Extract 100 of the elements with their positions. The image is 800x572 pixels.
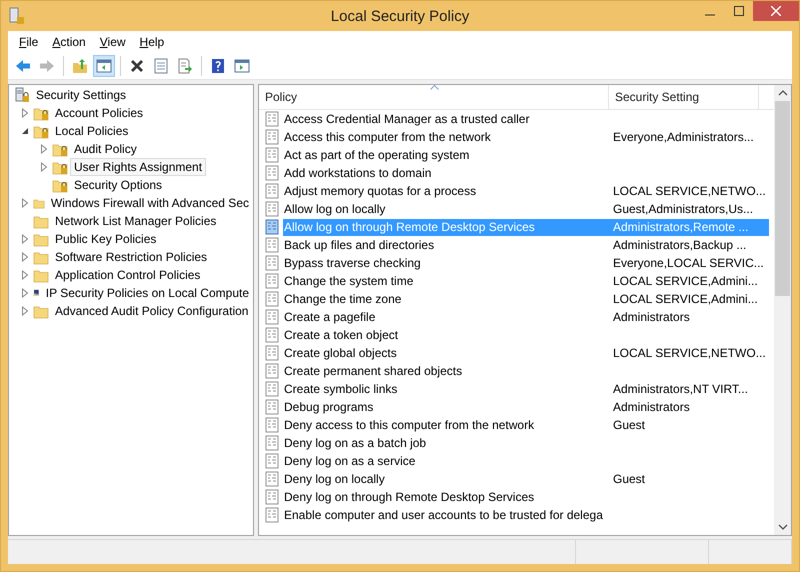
menu-item[interactable]: View [92,33,133,51]
tree-item[interactable]: Advanced Audit Policy Configuration [51,302,252,320]
security-setting-cell-text: Administrators [613,310,691,324]
policy-icon [265,399,279,415]
policy-icon [265,345,279,361]
security-setting-cell-text: LOCAL SERVICE,Admini... [613,274,759,288]
policy-name-cell-text: Create symbolic links [283,382,398,396]
policy-icon [265,471,279,487]
scrollbar-thumb[interactable] [775,101,790,296]
policy-name-cell-text: Access Credential Manager as a trusted caller [283,112,530,126]
security-setting-cell-text: LOCAL SERVICE,Admini... [613,292,759,306]
policy-icon [265,219,279,235]
tree-item[interactable]: Security Settings [32,86,130,104]
security-setting-cell-text: LOCAL SERVICE,NETWO... [613,346,767,360]
security-setting-cell-text: Guest [613,418,646,432]
policy-icon [265,381,279,397]
policy-name-cell-text: Enable computer and user accounts to be trusted for delega [283,508,604,522]
app-icon [9,7,25,25]
action-pane-icon [234,58,250,74]
tree-item[interactable]: Account Policies [51,104,148,122]
policy-row[interactable]: Change the time zone LOCAL SERVICE,Admini... [283,290,769,308]
vertical-scrollbar[interactable] [774,85,791,535]
policy-icon [265,453,279,469]
properties-icon [153,58,169,74]
tree-item[interactable]: User Rights Assignment [70,158,206,176]
policy-row[interactable]: Create symbolic links Administrators,NT VIRT... [283,380,769,398]
policy-row[interactable]: Access Credential Manager as a trusted caller [283,110,769,128]
policy-row[interactable]: Deny access to this computer from the network Guest [283,416,769,434]
tree-item[interactable]: Application Control Policies [51,266,204,284]
policy-row[interactable]: Deny log on as a batch job [283,434,769,452]
policy-name-cell-text: Create global objects [283,346,398,360]
policy-row[interactable]: Allow log on locally Guest,Administrators,Us... [283,200,769,218]
policy-row[interactable]: Create a token object [283,326,769,344]
policy-name-cell-text: Deny access to this computer from the network [283,418,536,432]
policy-name-cell-text: Add workstations to domain [283,166,432,180]
policy-icon [265,237,279,253]
tree-item[interactable]: Software Restriction Policies [51,248,212,266]
policy-row[interactable]: Act as part of the operating system [283,146,769,164]
export-list-icon [177,58,193,74]
policy-row[interactable]: Deny log on locally Guest [283,470,769,488]
policy-row[interactable]: Add workstations to domain [283,164,769,182]
policy-name-cell-text: Change the time zone [283,292,402,306]
policy-icon [265,165,279,181]
policy-name-cell-text: Act as part of the operating system [283,148,470,162]
back-arrow-icon [15,58,31,74]
policy-icon [265,435,279,451]
policy-icon [265,201,279,217]
delete-icon [129,58,145,74]
tree-item[interactable]: Security Options [70,176,166,194]
column-header[interactable]: Policy [259,85,609,109]
policy-row[interactable]: Deny log on through Remote Desktop Services [283,488,769,506]
policy-name-cell-text: Adjust memory quotas for a process [283,184,478,198]
policy-name-cell-text: Deny log on through Remote Desktop Services [283,490,536,504]
policy-row[interactable]: Deny log on as a service [283,452,769,470]
policy-name-cell-text: Create permanent shared objects [283,364,464,378]
menu-item[interactable]: Action [45,33,93,51]
policy-row[interactable]: Back up files and directories Administrators,Backup ... [283,236,769,254]
policy-name-cell-text: Debug programs [283,400,374,414]
policy-row[interactable]: Access this computer from the network Everyone,Administrators... [283,128,769,146]
close-button[interactable] [753,1,799,21]
policy-icon [265,417,279,433]
tree-item[interactable]: Windows Firewall with Advanced Sec [46,194,253,212]
policy-row[interactable]: Adjust memory quotas for a process LOCAL SERVICE,NETWO... [283,182,769,200]
policy-icon [265,309,279,325]
policy-name-cell-text: Back up files and directories [283,238,436,252]
policy-row[interactable]: Enable computer and user accounts to be trusted for delega [283,506,769,524]
policy-icon [265,489,279,505]
policy-name-cell-text: Allow log on locally [283,202,386,216]
security-setting-cell-text: Administrators,NT VIRT... [613,382,749,396]
policy-row[interactable]: Create global objects LOCAL SERVICE,NETWO... [283,344,769,362]
tree-item[interactable]: Public Key Policies [51,230,160,248]
security-setting-cell-text: Administrators,Remote ... [613,220,750,234]
policy-icon [265,183,279,199]
policy-icon [265,291,279,307]
policy-icon [265,507,279,523]
policy-name-cell-text: Bypass traverse checking [283,256,422,270]
policy-row[interactable]: Create a pagefile Administrators [283,308,769,326]
column-header[interactable]: Security Setting [609,85,759,109]
security-setting-cell-text: Everyone,LOCAL SERVIC... [613,256,765,270]
tree-item[interactable]: Local Policies [51,122,132,140]
tree-item[interactable]: IP Security Policies on Local Compute [42,284,253,302]
tree-item[interactable]: Audit Policy [70,140,141,158]
policy-name-cell-text: Access this computer from the network [283,130,492,144]
menu-item[interactable]: File [12,33,46,51]
policy-name-cell-text: Deny log on as a service [283,454,416,468]
policy-row[interactable]: Bypass traverse checking Everyone,LOCAL SERVIC... [283,254,769,272]
policy-row[interactable]: Create permanent shared objects [283,362,769,380]
policy-row[interactable]: Debug programs Administrators [283,398,769,416]
tree-item[interactable]: Network List Manager Policies [51,212,220,230]
policy-row[interactable]: Change the system time LOCAL SERVICE,Admini... [283,272,769,290]
policy-name-cell-text: Allow log on through Remote Desktop Services [283,220,536,234]
close-icon [771,6,781,16]
policy-name-cell-text: Deny log on locally [283,472,386,486]
security-settings-icon [14,87,30,103]
policy-name-cell-text: Change the system time [283,274,414,288]
policy-name-cell-text: Create a token object [283,328,400,342]
sort-ascending-icon [430,85,438,90]
menu-item[interactable]: Help [132,33,172,51]
security-setting-cell-text: Administrators [613,400,691,414]
minimize-icon [704,14,714,16]
